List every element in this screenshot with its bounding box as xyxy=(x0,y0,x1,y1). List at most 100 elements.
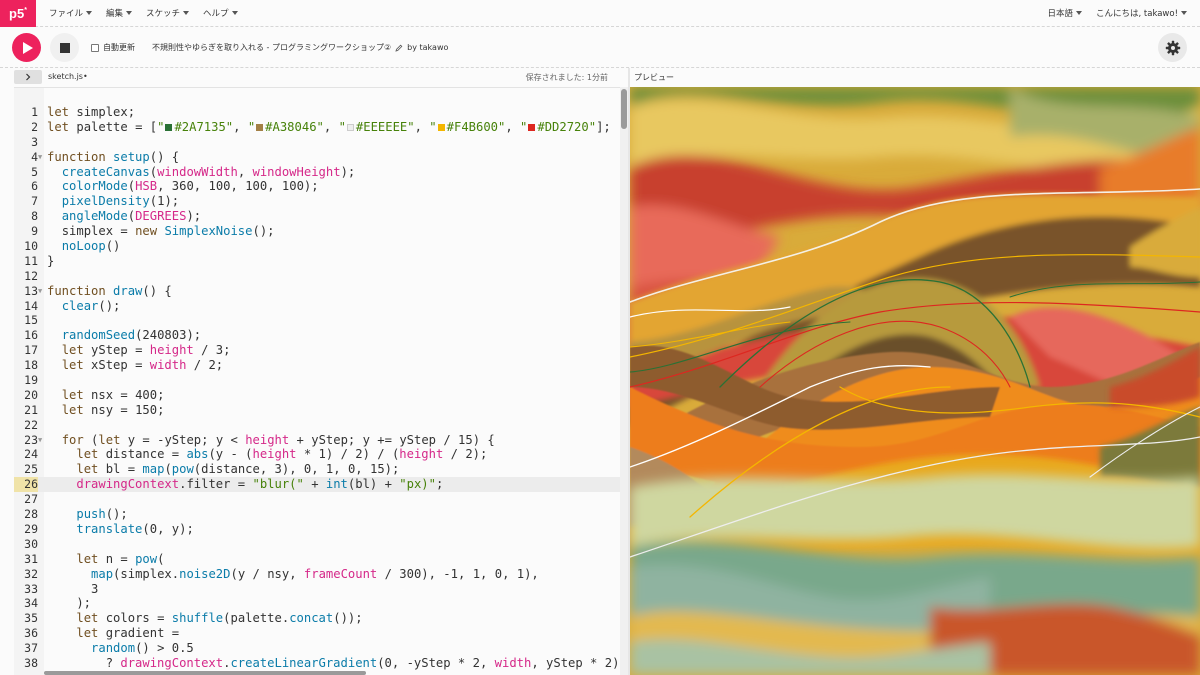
code-line[interactable]: 27 xyxy=(14,492,628,507)
code-line[interactable]: 15 xyxy=(14,313,628,328)
code-line[interactable]: 29 translate(0, y); xyxy=(14,522,628,537)
code-content[interactable]: 1 let simplex; 2 let palette = [" #2A7135", … xyxy=(14,105,628,671)
auto-refresh-checkbox[interactable] xyxy=(91,43,99,52)
code-line[interactable]: 33 3 xyxy=(14,582,628,597)
scroll-thumb[interactable] xyxy=(621,89,627,129)
code-line[interactable]: 37 random() > 0.5 xyxy=(14,641,628,656)
code-line[interactable]: 25 let bl = map(pow(distance, 3), 0, 1, … xyxy=(14,462,628,477)
language-menu[interactable]: 日本語 xyxy=(1040,7,1089,19)
line-number: 37 xyxy=(24,641,38,656)
code-text: let distance = abs(y - (height * 1) / 2)… xyxy=(76,447,488,462)
code-line[interactable]: 2 let palette = [" #2A7135", " #A38046", " #… xyxy=(14,120,628,135)
line-number: 17 xyxy=(24,343,38,358)
menu-edit[interactable]: 編集 xyxy=(99,7,139,19)
stop-button[interactable] xyxy=(50,33,79,62)
greeting-label: こんにちは, takawo! xyxy=(1096,9,1178,19)
line-number: 35 xyxy=(24,611,38,626)
code-line[interactable]: 35 let colors = shuffle(palette.concat()… xyxy=(14,611,628,626)
editor-vertical-scrollbar[interactable] xyxy=(620,87,628,675)
chevron-down-icon xyxy=(1076,11,1082,15)
line-number: 16 xyxy=(24,328,38,343)
code-line[interactable]: 22 xyxy=(14,418,628,433)
code-text: let nsx = 400; xyxy=(61,387,165,402)
fold-toggle-icon[interactable]: ▼ xyxy=(38,433,42,448)
editor-horizontal-scrollbar[interactable] xyxy=(44,671,366,675)
sidebar-toggle-button[interactable] xyxy=(14,70,42,84)
code-line[interactable]: 18 let xStep = width / 2; xyxy=(14,358,628,373)
line-number: 31 xyxy=(24,551,38,566)
code-text: let n = pow( xyxy=(76,551,165,566)
code-text: map(simplex.noise2D(y / nsy, frameCount … xyxy=(91,566,539,581)
menu-help[interactable]: ヘルプ xyxy=(196,7,245,19)
line-number: 36 xyxy=(24,626,38,641)
line-number: 19 xyxy=(24,373,38,388)
code-line[interactable]: 28 push(); xyxy=(14,507,628,522)
code-line[interactable]: 19 xyxy=(14,373,628,388)
code-text: let gradient = xyxy=(76,626,180,641)
code-line[interactable]: 7 pixelDensity(1); xyxy=(14,194,628,209)
code-line[interactable]: 14 clear(); xyxy=(14,299,628,314)
preview-canvas[interactable] xyxy=(630,87,1200,675)
code-text: colorMode(HSB, 360, 100, 100, 100); xyxy=(61,179,319,194)
chevron-down-icon xyxy=(126,11,133,15)
line-number: 11 xyxy=(24,253,38,268)
chevron-right-icon xyxy=(26,73,31,81)
top-nav: p5 * ファイル 編集 スケッチ ヘルプ 日本語 こんにちは, takawo! xyxy=(0,0,1200,27)
code-line[interactable]: 26 drawingContext.filter = "blur(" + int… xyxy=(14,477,628,493)
user-menu[interactable]: こんにちは, takawo! xyxy=(1089,7,1194,19)
code-text: createCanvas(windowWidth, windowHeight); xyxy=(61,164,356,179)
code-line[interactable]: 20 let nsx = 400; xyxy=(14,388,628,403)
code-line[interactable]: 38 ? drawingContext.createLinearGradient… xyxy=(14,656,628,671)
code-line[interactable]: 9 simplex = new SimplexNoise(); xyxy=(14,224,628,239)
code-line[interactable]: 17 let yStep = height / 3; xyxy=(14,343,628,358)
code-line[interactable]: 4 ▼ function setup() { xyxy=(14,150,628,165)
sketch-title[interactable]: 不規則性やゆらぎを取り入れる - プログラミングワークショップ② xyxy=(152,42,391,53)
code-text: randomSeed(240803); xyxy=(61,328,202,343)
code-line[interactable]: 6 colorMode(HSB, 360, 100, 100, 100); xyxy=(14,179,628,194)
code-line[interactable]: 11} xyxy=(14,254,628,269)
fold-toggle-icon[interactable]: ▼ xyxy=(38,284,42,299)
code-line[interactable]: 16 randomSeed(240803); xyxy=(14,328,628,343)
menu-edit-label: 編集 xyxy=(106,9,124,19)
line-number: 12 xyxy=(24,268,38,283)
file-tab[interactable]: sketch.js• xyxy=(48,72,88,81)
code-line[interactable]: 21 let nsy = 150; xyxy=(14,403,628,418)
code-line[interactable]: 12 xyxy=(14,269,628,284)
code-line[interactable]: 5 createCanvas(windowWidth, windowHeight… xyxy=(14,165,628,180)
toolbar: 自動更新 不規則性やゆらぎを取り入れる - プログラミングワークショップ② by… xyxy=(0,27,1200,68)
code-line[interactable]: 24 let distance = abs(y - (height * 1) /… xyxy=(14,447,628,462)
sketch-output xyxy=(630,87,1200,675)
code-line[interactable]: 34 ); xyxy=(14,596,628,611)
code-line[interactable]: 10 noLoop() xyxy=(14,239,628,254)
menu-file[interactable]: ファイル xyxy=(42,7,99,19)
code-text: let bl = map(pow(distance, 3), 0, 1, 0, … xyxy=(76,462,400,477)
code-line[interactable]: 30 xyxy=(14,537,628,552)
code-line[interactable]: 13 ▼ function draw() { xyxy=(14,284,628,299)
code-line[interactable]: 32 map(simplex.noise2D(y / nsy, frameCou… xyxy=(14,567,628,582)
settings-button[interactable] xyxy=(1158,33,1187,62)
code-line[interactable]: 8 angleMode(DEGREES); xyxy=(14,209,628,224)
chevron-down-icon xyxy=(1181,11,1187,15)
code-text: let palette = [" #2A7135", " #A38046", " #E… xyxy=(47,119,611,134)
code-line[interactable]: 36 let gradient = xyxy=(14,626,628,641)
code-line[interactable]: 3 xyxy=(14,135,628,150)
code-line[interactable]: 23 ▼ for (let y = -yStep; y < height + yS… xyxy=(14,433,628,448)
code-text: function setup() { xyxy=(47,149,180,164)
play-icon xyxy=(23,41,33,54)
saved-status: 保存されました: 1分前 xyxy=(525,73,608,82)
code-line[interactable]: 1 let simplex; xyxy=(14,105,628,120)
code-text: ); xyxy=(47,596,92,611)
preview-label: プレビュー xyxy=(634,73,674,82)
play-button[interactable] xyxy=(12,33,41,62)
code-text: let xStep = width / 2; xyxy=(61,358,224,373)
code-line[interactable]: 31 let n = pow( xyxy=(14,552,628,567)
fold-toggle-icon[interactable]: ▼ xyxy=(38,150,42,165)
line-number: 25 xyxy=(24,462,38,477)
edit-pencil-icon[interactable] xyxy=(395,44,403,52)
p5-logo[interactable]: p5 * xyxy=(0,0,36,27)
menu-sketch[interactable]: スケッチ xyxy=(139,7,196,19)
code-text: translate(0, y); xyxy=(76,521,194,536)
chevron-down-icon xyxy=(86,11,93,15)
code-text: clear(); xyxy=(61,298,121,313)
code-editor[interactable]: 1 let simplex; 2 let palette = [" #2A7135", … xyxy=(14,87,628,675)
